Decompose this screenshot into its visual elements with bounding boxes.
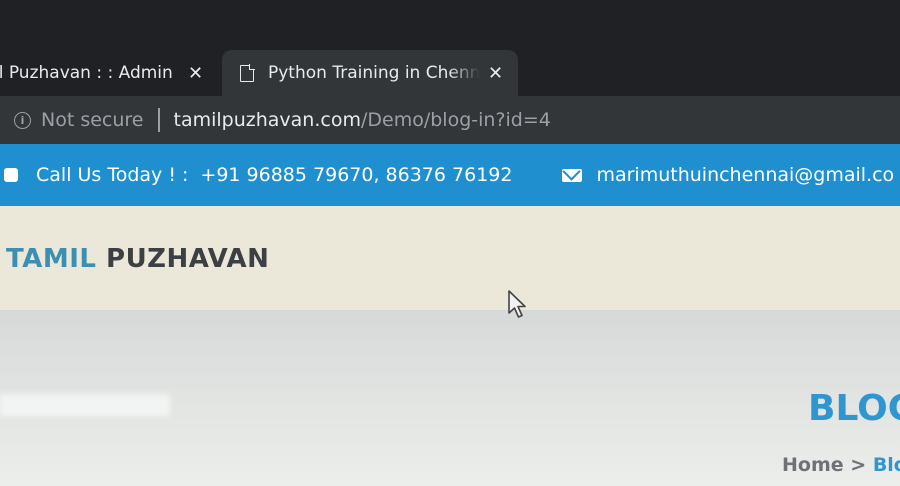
info-icon[interactable]: i [14,111,31,129]
page-banner: BLOG Home > Blo [0,310,900,486]
address-bar[interactable]: i Not secure tamilpuzhavan.com/Demo/blog… [0,96,900,144]
url-path[interactable]: /Demo/blog-in?id=4 [361,109,551,131]
breadcrumb-separator: > [850,454,867,476]
phone-icon [4,168,18,182]
page-title: BLOG [808,388,900,429]
screen-glare [0,394,170,416]
logo-text-puzhavan: PUZHAVAN [106,244,270,274]
tab-title: Python Training in Chenn [268,63,480,83]
logo-text-tamil: TAMIL [6,244,97,274]
close-icon[interactable]: ✕ [488,63,503,84]
phone-numbers[interactable]: +91 96885 79670, 86376 76192 [200,164,512,186]
site-header: TAMIL PUZHAVAN [0,206,900,310]
browser-tab-strip: il Puzhavan : : Admin ✕ Python Training … [0,0,900,100]
email-link[interactable]: marimuthuinchennai@gmail.co [596,164,894,186]
document-icon [240,63,255,82]
tab-python-training[interactable]: Python Training in Chenn ✕ [222,50,518,96]
call-label: Call Us Today ! : [36,164,189,186]
site-logo[interactable]: TAMIL PUZHAVAN [6,244,269,274]
close-icon[interactable]: ✕ [188,63,203,84]
url-host[interactable]: tamilpuzhavan.com [174,109,361,131]
omnibox-divider [157,108,160,132]
breadcrumb-current: Blo [872,454,900,476]
tab-title: il Puzhavan : : Admin [0,63,173,83]
security-label[interactable]: Not secure [41,109,144,131]
tab-admin[interactable]: il Puzhavan : : Admin ✕ [0,50,222,96]
breadcrumb: Home > Blo [782,454,900,476]
mouse-pointer-icon [508,290,526,318]
breadcrumb-home[interactable]: Home [782,454,844,476]
contact-bar: Call Us Today ! : +91 96885 79670, 86376… [0,144,900,206]
mail-icon [562,168,583,182]
